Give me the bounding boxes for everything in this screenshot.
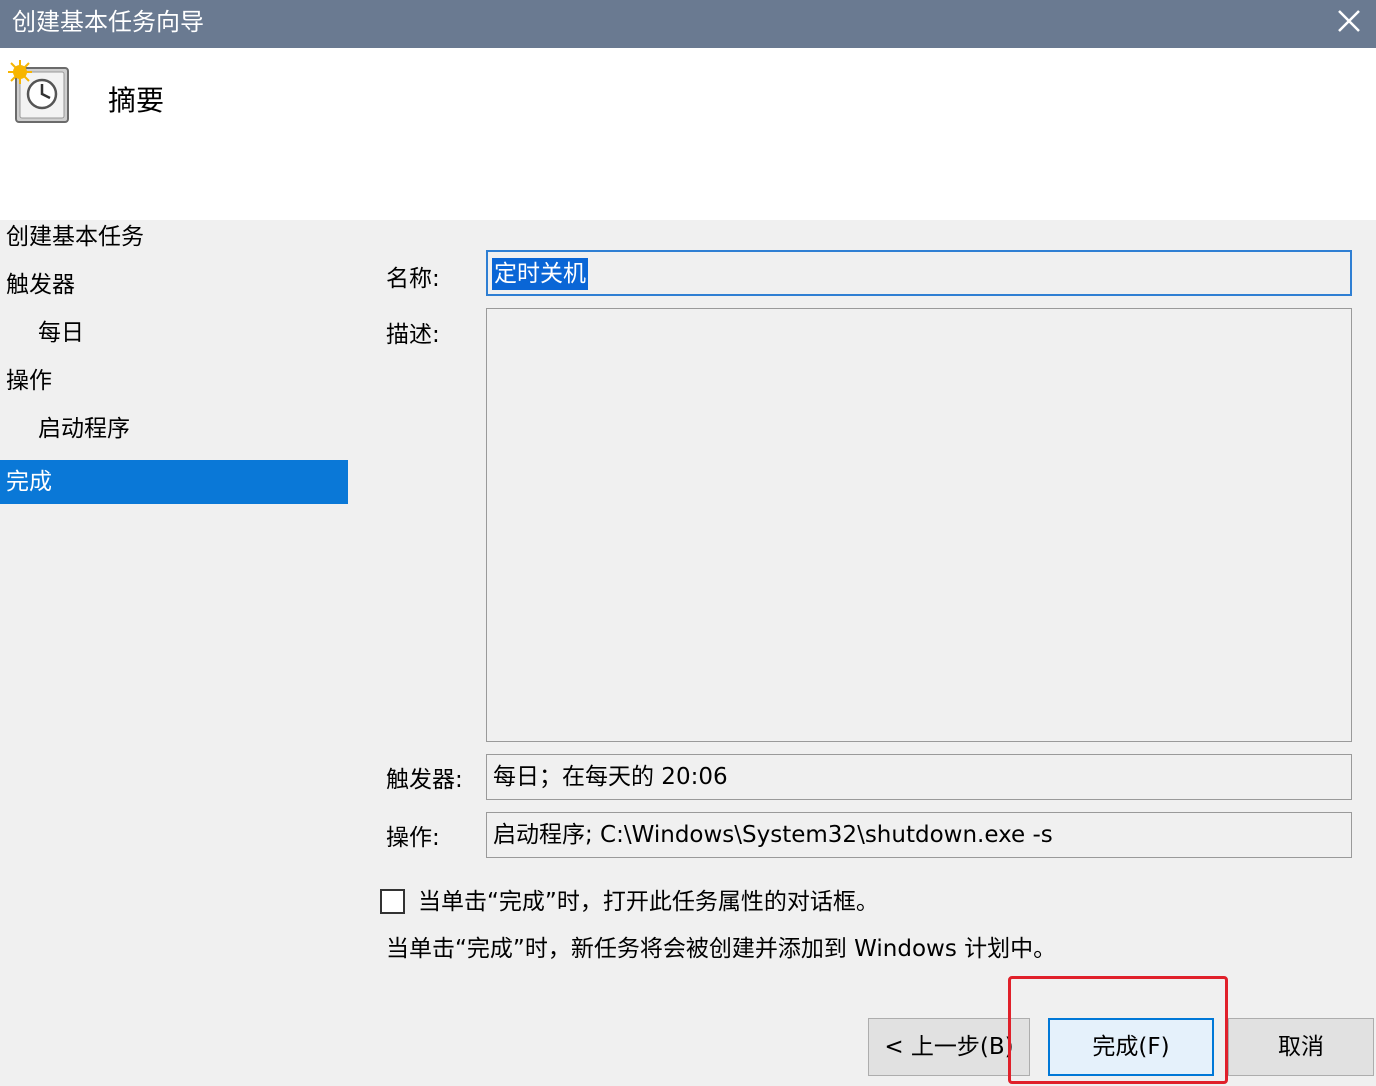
finish-button[interactable]: 完成(F): [1048, 1018, 1214, 1076]
task-scheduler-clock-icon: [6, 60, 70, 126]
action-summary-value: 启动程序; C:\Windows\System32\shutdown.exe -…: [493, 822, 1053, 848]
step-start-program[interactable]: 启动程序: [0, 407, 348, 451]
trigger-summary-field: 每日；在每天的 20:06: [486, 754, 1352, 800]
wizard-steps-sidebar: 创建基本任务 触发器 每日 操作 启动程序 完成: [0, 220, 350, 1086]
finish-info-text: 当单击“完成”时，新任务将会被创建并添加到 Windows 计划中。: [386, 936, 1057, 962]
description-label: 描述:: [386, 322, 440, 348]
trigger-label: 触发器:: [386, 767, 463, 793]
step-daily[interactable]: 每日: [0, 311, 348, 355]
back-button[interactable]: < 上一步(B): [868, 1018, 1030, 1076]
action-label: 操作:: [386, 825, 440, 851]
step-create-basic-task[interactable]: 创建基本任务: [0, 215, 348, 259]
action-summary-field: 启动程序; C:\Windows\System32\shutdown.exe -…: [486, 812, 1352, 858]
name-label: 名称:: [386, 266, 440, 292]
page-heading: 摘要: [108, 84, 165, 117]
trigger-summary-value: 每日；在每天的 20:06: [493, 764, 728, 790]
step-action[interactable]: 操作: [0, 359, 348, 403]
name-input[interactable]: 定时关机: [486, 250, 1352, 296]
name-input-value: 定时关机: [492, 258, 588, 290]
window-title: 创建基本任务向导: [12, 8, 204, 36]
description-textarea[interactable]: [486, 308, 1352, 742]
wizard-header: 摘要: [0, 48, 1376, 220]
open-properties-label[interactable]: 当单击“完成”时，打开此任务属性的对话框。: [418, 887, 879, 917]
step-finish[interactable]: 完成: [0, 460, 348, 504]
cancel-button[interactable]: 取消: [1228, 1018, 1374, 1076]
open-properties-checkbox[interactable]: [380, 889, 405, 914]
step-trigger[interactable]: 触发器: [0, 263, 348, 307]
close-icon[interactable]: [1334, 6, 1364, 36]
title-bar: 创建基本任务向导: [0, 0, 1376, 48]
